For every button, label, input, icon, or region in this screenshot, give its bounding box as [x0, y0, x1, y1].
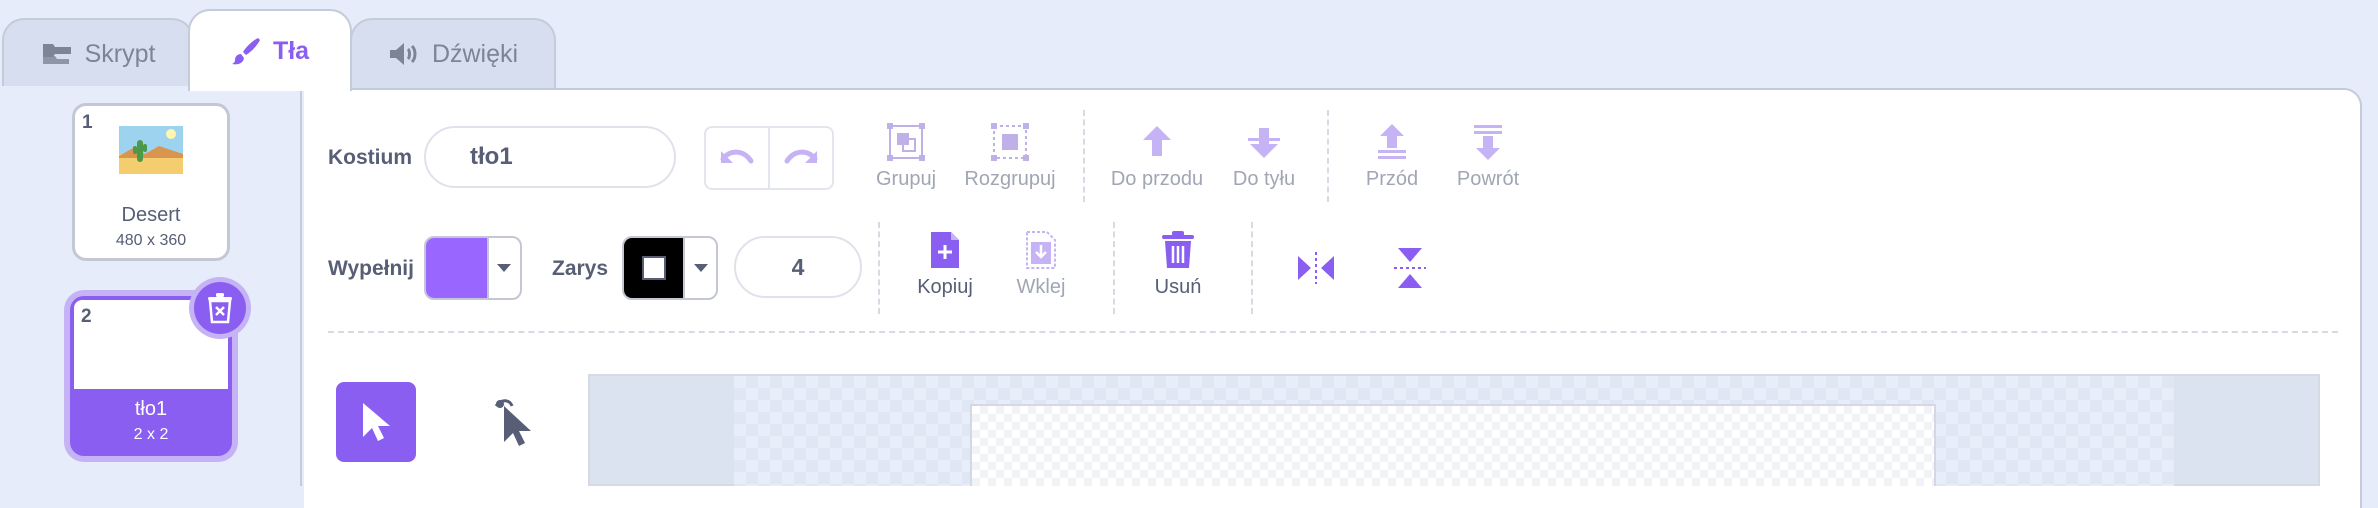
divider [1113, 222, 1115, 314]
tab-bar: Skrypt Tła Dźwięki [0, 0, 2378, 91]
divider [1327, 110, 1329, 202]
back-button[interactable]: Powrót [1450, 122, 1526, 191]
backdrop-size: 2 x 2 [133, 426, 169, 443]
redo-button[interactable] [770, 128, 832, 188]
send-back-icon [1474, 125, 1502, 160]
paste-button[interactable]: Wklej [1006, 230, 1076, 299]
front-label: Przód [1365, 168, 1419, 190]
backdrop-tile-selected[interactable]: 2 tło1 2 x 2 [70, 282, 246, 456]
backdrop-list: 1 Desert 480 x 360 2 tło1 2 x 2 [0, 86, 302, 486]
flip-horizontal-button[interactable] [1296, 250, 1336, 291]
fill-color-picker[interactable] [424, 236, 522, 300]
outline-label: Zarys [552, 257, 609, 280]
backdrop-number: 1 [82, 112, 93, 133]
brush-icon [231, 38, 260, 65]
back-label: Powrót [1456, 168, 1520, 190]
delete-backdrop-button[interactable] [194, 282, 246, 334]
copy-button[interactable]: Kopiuj [910, 230, 980, 299]
outline-color-picker[interactable] [622, 236, 718, 300]
copy-icon [931, 232, 959, 268]
trash-close-icon [208, 293, 232, 324]
ungroup-button[interactable]: Rozgrupuj [960, 122, 1060, 191]
backdrop-name: Desert [121, 204, 181, 226]
undo-icon [720, 149, 754, 164]
divider [1251, 222, 1253, 314]
speaker-icon [389, 43, 417, 65]
costume-label: Kostium [328, 146, 412, 169]
reshape-tool-button[interactable] [490, 394, 540, 455]
canvas-stage[interactable] [970, 404, 1936, 486]
undo-redo-group [704, 126, 834, 190]
bring-front-icon [1378, 124, 1406, 159]
tab-label: Tła [272, 36, 310, 65]
copy-label: Kopiuj [917, 276, 973, 298]
tab-label: Dźwięki [431, 39, 519, 68]
divider [1083, 110, 1085, 202]
front-button[interactable]: Przód [1360, 122, 1424, 191]
tab-code[interactable]: Skrypt [2, 18, 194, 88]
costume-name-input[interactable]: tło1 [424, 126, 676, 188]
delete-label: Usuń [1154, 276, 1202, 298]
flip-vertical-button[interactable] [1392, 246, 1428, 295]
flip-horizontal-icon [1298, 252, 1334, 284]
group-button[interactable]: Grupuj [872, 122, 940, 191]
forward-button[interactable]: Do przodu [1108, 122, 1206, 191]
paste-label: Wklej [1016, 276, 1066, 298]
group-icon [887, 123, 925, 161]
fill-swatch [426, 238, 487, 298]
outline-width-input[interactable]: 4 [734, 236, 862, 298]
backdrop-size: 480 x 360 [115, 232, 187, 249]
ungroup-label: Rozgrupuj [964, 168, 1056, 190]
backdrop-tile-desert[interactable]: 1 Desert 480 x 360 [72, 103, 230, 261]
backward-label: Do tyłu [1232, 168, 1296, 190]
flip-vertical-icon [1394, 248, 1426, 288]
forward-label: Do przodu [1110, 168, 1204, 190]
code-blocks-icon [42, 44, 71, 64]
caret-down-icon [693, 264, 708, 272]
toolbar-divider [328, 331, 2338, 333]
undo-button[interactable] [706, 128, 770, 188]
paste-icon [1026, 231, 1056, 269]
tab-sounds[interactable]: Dźwięki [350, 18, 556, 88]
divider [878, 222, 880, 314]
arrow-down-icon [1248, 128, 1280, 158]
trash-icon [1162, 231, 1194, 268]
outline-swatch [624, 238, 684, 298]
tab-label: Skrypt [84, 39, 156, 68]
outline-dropdown[interactable] [683, 238, 716, 298]
backdrop-name: tło1 [134, 398, 168, 420]
select-tool-button[interactable] [336, 382, 416, 462]
backdrop-number: 2 [81, 306, 92, 327]
group-label: Grupuj [875, 168, 937, 190]
tab-backdrops[interactable]: Tła [188, 9, 352, 91]
arrow-up-icon [1143, 126, 1171, 156]
backward-button[interactable]: Do tyłu [1224, 122, 1304, 191]
caret-down-icon [497, 264, 512, 272]
reshape-icon [494, 399, 531, 446]
fill-label: Wypełnij [328, 257, 414, 280]
delete-button[interactable]: Usuń [1140, 230, 1216, 299]
pointer-icon [363, 403, 390, 441]
ungroup-icon [991, 123, 1029, 161]
fill-dropdown[interactable] [486, 238, 520, 298]
redo-icon [784, 149, 818, 164]
desert-thumbnail [119, 126, 183, 174]
